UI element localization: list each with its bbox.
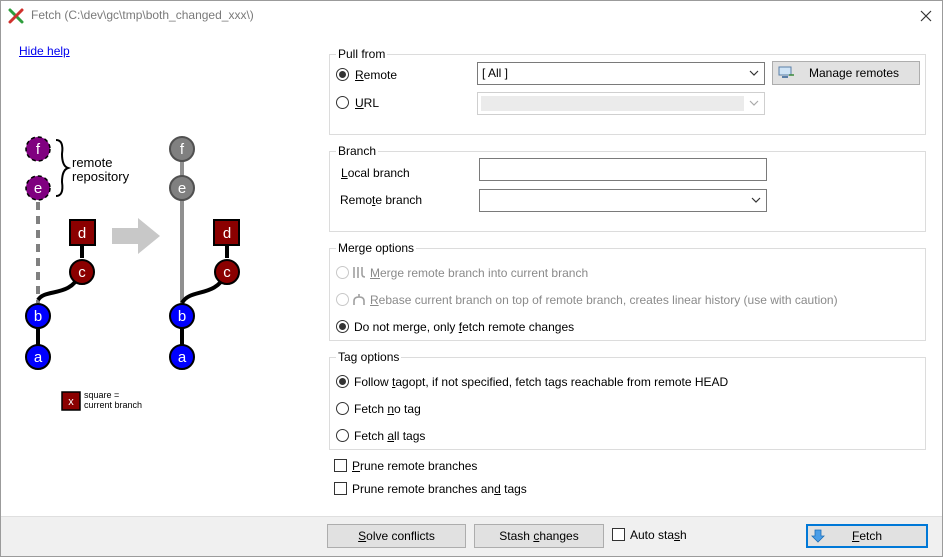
remote-select[interactable]: [ All ] <box>477 62 765 85</box>
legend-x: x <box>68 396 74 408</box>
auto-stash-checkbox[interactable] <box>612 528 625 541</box>
do-not-merge-radio[interactable] <box>336 320 349 333</box>
local-branch-input[interactable] <box>479 158 767 181</box>
prune-tags-checkbox[interactable] <box>334 482 347 495</box>
follow-tagopt-radio[interactable] <box>336 375 349 388</box>
do-not-merge-label[interactable]: Do not merge, only fetch remote changes <box>354 320 574 334</box>
fetch-no-tag-label[interactable]: Fetch no tag <box>354 402 421 416</box>
window-title: Fetch (C:\dev\gc\tmp\both_changed_xxx\) <box>31 8 254 22</box>
commit-label: d <box>78 225 86 242</box>
url-radio[interactable] <box>336 96 349 109</box>
manage-remotes-button[interactable]: Manage remotes <box>772 61 920 85</box>
local-branch-label: Local branch <box>341 166 410 180</box>
commit-label: a <box>34 349 43 366</box>
commit-label: a <box>178 349 187 366</box>
remote-radio-label[interactable]: Remote <box>355 68 397 82</box>
arrow-down-icon <box>811 529 825 543</box>
rebase-radio[interactable] <box>336 293 349 306</box>
prune-branches-checkbox[interactable] <box>334 459 347 472</box>
hide-help-link[interactable]: Hide help <box>19 44 70 58</box>
footer-bar <box>1 516 942 556</box>
follow-tagopt-label[interactable]: Follow tagopt, if not specified, fetch t… <box>354 375 728 389</box>
legend-line-1: square = <box>84 390 119 400</box>
fetch-all-tags-label[interactable]: Fetch all tags <box>354 429 425 443</box>
legend-line-2: current branch <box>84 400 142 410</box>
stash-changes-button[interactable]: Stash changes <box>474 524 604 548</box>
commit-label: b <box>178 308 186 325</box>
chevron-down-icon <box>751 197 761 203</box>
merge-radio-label[interactable]: Merge remote branch into current branch <box>370 266 588 280</box>
rebase-icon <box>353 294 365 305</box>
commit-label: e <box>34 180 42 197</box>
close-icon <box>920 10 932 22</box>
url-radio-label[interactable]: URL <box>355 96 379 110</box>
commit-label: c <box>78 264 86 281</box>
remote-branch-select[interactable] <box>479 189 767 212</box>
repository-label: repository <box>72 169 130 184</box>
pull-from-label: Pull from <box>336 47 388 61</box>
auto-stash-label[interactable]: Auto stash <box>630 528 687 542</box>
git-extensions-icon <box>8 8 24 24</box>
commit-label: c <box>223 264 231 281</box>
commit-label: d <box>223 225 231 242</box>
close-button[interactable] <box>914 6 938 26</box>
remote-label: remote <box>72 155 112 170</box>
commit-label: e <box>178 180 186 197</box>
remotes-icon <box>778 66 794 78</box>
fetch-all-tags-radio[interactable] <box>336 429 349 442</box>
rebase-radio-label[interactable]: Rebase current branch on top of remote b… <box>370 293 838 307</box>
prune-tags-label[interactable]: Prune remote branches and tags <box>352 482 527 496</box>
chevron-down-icon <box>749 100 759 106</box>
remote-select-value: [ All ] <box>482 66 509 80</box>
merge-icon <box>353 267 366 278</box>
commit-label: b <box>34 308 42 325</box>
fetch-no-tag-radio[interactable] <box>336 402 349 415</box>
chevron-down-icon <box>749 70 759 76</box>
prune-branches-label[interactable]: Prune remote branches <box>352 459 477 473</box>
tag-options-label: Tag options <box>336 350 402 364</box>
branch-label: Branch <box>336 144 379 158</box>
arrow-right-icon <box>112 218 160 254</box>
remote-branch-label: Remote branch <box>340 193 423 207</box>
url-select[interactable] <box>477 92 765 115</box>
remote-radio[interactable] <box>336 68 349 81</box>
fetch-button[interactable]: Fetch <box>806 524 928 548</box>
fetch-diagram: f e d c b a remote repository f e d c b … <box>25 136 240 411</box>
solve-conflicts-button[interactable]: Solve conflicts <box>327 524 466 548</box>
merge-radio[interactable] <box>336 266 349 279</box>
merge-options-label: Merge options <box>336 241 417 255</box>
